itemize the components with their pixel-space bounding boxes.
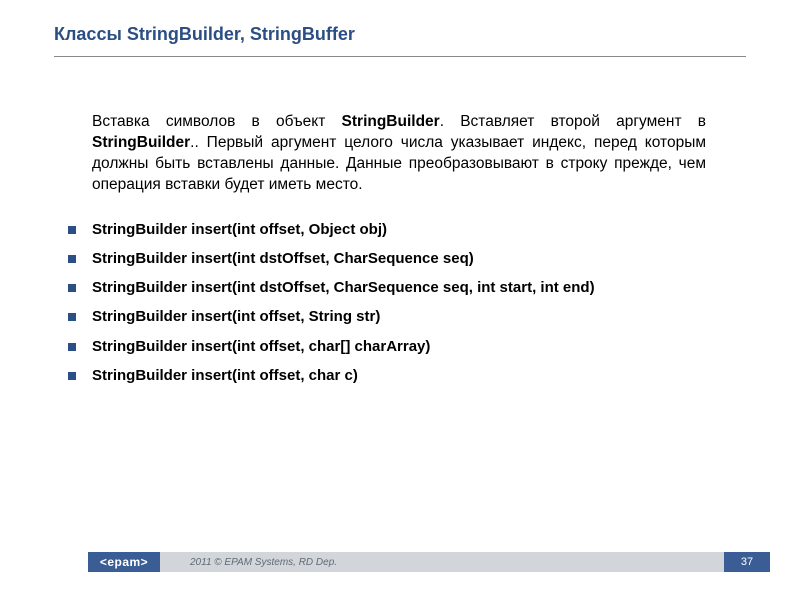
para-bold2: StringBuilder bbox=[92, 134, 190, 151]
method-text: StringBuilder insert(int offset, char[] … bbox=[92, 338, 430, 355]
method-list: StringBuilder insert(int offset, Object … bbox=[92, 220, 706, 387]
bullet-icon bbox=[68, 284, 76, 292]
page-number: 37 bbox=[724, 552, 770, 572]
list-item: StringBuilder insert(int offset, char[] … bbox=[92, 337, 706, 357]
bullet-icon bbox=[68, 226, 76, 234]
para-bold1: StringBuilder bbox=[342, 113, 440, 130]
title-rule bbox=[54, 56, 746, 57]
footer-copyright: 2011 © EPAM Systems, RD Dep. bbox=[160, 552, 724, 572]
para-seg1: Вставка символов в объект bbox=[92, 113, 342, 130]
para-seg2: . Вставляет второй аргумент в bbox=[440, 113, 706, 130]
method-text: StringBuilder insert(int offset, String … bbox=[92, 308, 380, 325]
method-text: StringBuilder insert(int offset, char c) bbox=[92, 367, 358, 384]
slide-title: Классы StringBuilder, StringBuffer bbox=[54, 24, 355, 45]
slide-body: Вставка символов в объект StringBuilder.… bbox=[92, 112, 706, 395]
list-item: StringBuilder insert(int offset, Object … bbox=[92, 220, 706, 240]
epam-logo: <epam> bbox=[88, 552, 160, 572]
footer-spacer bbox=[54, 552, 88, 572]
intro-paragraph: Вставка символов в объект StringBuilder.… bbox=[92, 112, 706, 196]
footer-bar: <epam> 2011 © EPAM Systems, RD Dep. 37 bbox=[54, 552, 770, 572]
list-item: StringBuilder insert(int offset, String … bbox=[92, 307, 706, 327]
slide: Классы StringBuilder, StringBuffer Встав… bbox=[0, 0, 800, 600]
method-text: StringBuilder insert(int offset, Object … bbox=[92, 221, 387, 238]
method-text: StringBuilder insert(int dstOffset, Char… bbox=[92, 250, 474, 267]
bullet-icon bbox=[68, 313, 76, 321]
list-item: StringBuilder insert(int dstOffset, Char… bbox=[92, 249, 706, 269]
bullet-icon bbox=[68, 343, 76, 351]
bullet-icon bbox=[68, 255, 76, 263]
list-item: StringBuilder insert(int offset, char c) bbox=[92, 366, 706, 386]
list-item: StringBuilder insert(int dstOffset, Char… bbox=[92, 278, 706, 298]
bullet-icon bbox=[68, 372, 76, 380]
method-text: StringBuilder insert(int dstOffset, Char… bbox=[92, 279, 595, 296]
